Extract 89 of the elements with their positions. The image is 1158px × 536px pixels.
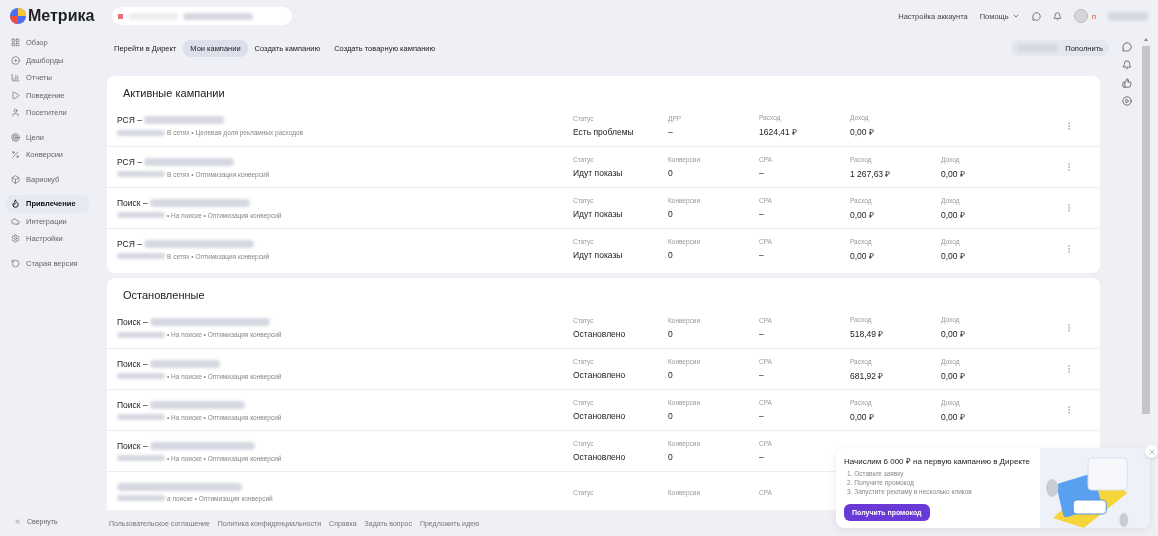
cube-icon: [11, 174, 20, 184]
blurred-text: [117, 212, 165, 218]
metric-value: –: [759, 370, 764, 380]
campaign-type: РСЯ –: [117, 115, 142, 125]
metric-value: Остановлено: [573, 411, 626, 421]
blurred-text: [117, 171, 165, 177]
blurred-text: [117, 414, 165, 420]
collapse-icon: [14, 518, 21, 525]
percent-icon: [11, 150, 20, 160]
bar-chart-icon: [11, 73, 20, 83]
metric-value: 0: [668, 452, 673, 462]
blurred-text: [117, 253, 165, 259]
metric-value: 0: [668, 250, 673, 260]
metric-value: 0: [668, 168, 673, 178]
campaign-type: РСЯ –: [117, 238, 142, 249]
blurred-text: [1108, 11, 1148, 21]
chat-icon[interactable]: [1122, 42, 1132, 52]
target-icon: [11, 132, 20, 142]
metric-value: –: [759, 411, 764, 421]
metric-value: 0: [668, 411, 673, 421]
settings-icon: [11, 234, 20, 244]
cloud-icon: [11, 216, 20, 226]
chevron-down-icon: [1011, 12, 1020, 20]
disc-icon: [11, 55, 20, 65]
metric-value: 1 267,63 ₽: [850, 167, 891, 179]
metric-value: 0,00 ₽: [850, 249, 874, 261]
app-logo: Метрика: [28, 7, 95, 25]
metric-value: 0,00 ₽: [941, 208, 965, 220]
metric-value: –: [668, 126, 673, 137]
metric-value: 0,00 ₽: [941, 328, 965, 339]
metric-value: 0: [668, 328, 673, 339]
metric-value: 0,00 ₽: [850, 126, 874, 137]
grid-icon: [11, 38, 20, 48]
thumbs-up-icon[interactable]: [1122, 78, 1132, 88]
flame-icon: [11, 199, 20, 209]
counter-selector[interactable]: [112, 7, 293, 25]
metric-value: –: [759, 328, 764, 339]
user-name: п: [1091, 11, 1096, 21]
user-icon: [11, 108, 20, 118]
campaign-type: Поиск –: [117, 358, 148, 369]
metric-value: Есть проблемы: [573, 126, 634, 137]
section-title: Активные кампании: [122, 86, 226, 101]
logo-icon: [10, 8, 26, 24]
campaign-type: Поиск –: [117, 197, 148, 208]
metric-value: 0,00 ₽: [941, 369, 965, 381]
campaign-type: Поиск –: [117, 440, 148, 451]
metric-value: 0: [668, 370, 673, 380]
chat-icon[interactable]: [1031, 11, 1041, 21]
undo-icon: [11, 258, 20, 268]
promo-title: Начислим 6 000 ₽ на первую кампанию в Директе: [844, 456, 1031, 466]
close-button[interactable]: [1145, 445, 1158, 458]
metric-value: –: [759, 209, 764, 219]
metric-value: 681,92 ₽: [850, 369, 884, 381]
metric-value: Идут показы: [573, 168, 623, 178]
campaign-type: Поиск –: [117, 399, 148, 410]
close-icon: [1147, 447, 1156, 456]
metric-value: 0,00 ₽: [941, 410, 965, 422]
blurred-text: [117, 331, 165, 338]
metric-value: 0,00 ₽: [850, 410, 874, 422]
bell-icon[interactable]: [1052, 11, 1062, 21]
bell-icon[interactable]: [1122, 60, 1132, 70]
metric-value: 1624,41 ₽: [759, 126, 798, 137]
blurred-text: [149, 359, 220, 368]
blurred-text: [183, 12, 254, 20]
metric-value: 0: [668, 209, 673, 219]
campaign-type: Поиск –: [117, 317, 148, 327]
metric-value: –: [759, 452, 764, 462]
metric-value: Остановлено: [573, 328, 626, 339]
metric-value: Остановлено: [573, 370, 626, 380]
metric-value: 0,00 ₽: [941, 167, 965, 179]
metric-value: 0,00 ₽: [941, 249, 965, 261]
counter-color-icon: [118, 13, 124, 19]
scrollbar[interactable]: [1141, 36, 1151, 416]
play-icon: [11, 90, 20, 100]
campaign-type: РСЯ –: [117, 156, 142, 167]
section-title: Остановленные: [122, 288, 206, 303]
metric-value: 518,49 ₽: [850, 328, 884, 339]
play-icon[interactable]: [1122, 96, 1132, 106]
blurred-text: [117, 495, 165, 501]
avatar[interactable]: [1073, 9, 1088, 23]
blurred-text: [117, 373, 165, 379]
blurred-text: [117, 129, 165, 136]
metric-value: –: [759, 250, 764, 260]
metric-value: Идут показы: [573, 209, 623, 219]
metric-value: 0,00 ₽: [850, 208, 874, 220]
metric-value: Идут показы: [573, 250, 623, 260]
blurred-text: [117, 455, 165, 461]
metric-value: –: [759, 168, 764, 178]
metric-value: Остановлено: [573, 452, 626, 462]
